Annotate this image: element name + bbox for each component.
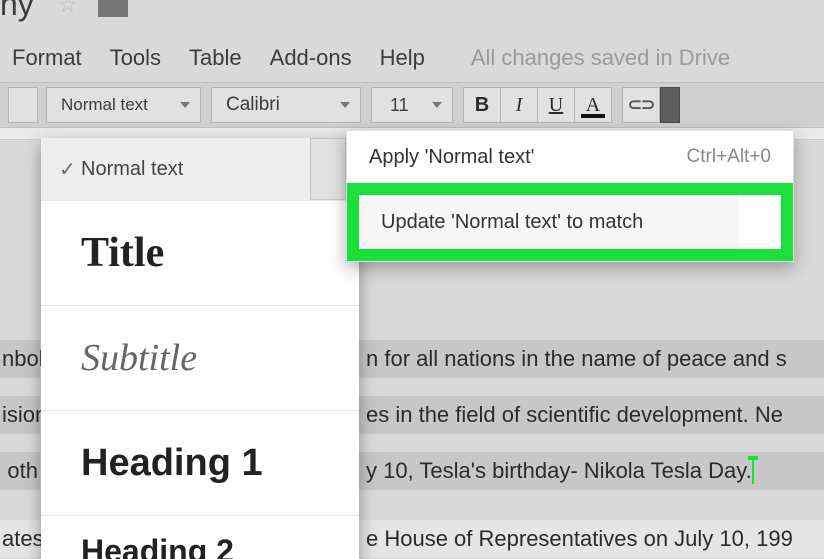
menu-table[interactable]: Table <box>189 45 242 71</box>
toolbar-button-stub[interactable] <box>8 87 38 123</box>
style-option-label: Normal text <box>81 158 183 181</box>
style-option-label: Heading 1 <box>81 442 263 485</box>
keyboard-shortcut: Ctrl+Alt+0 <box>687 146 771 168</box>
body-text-line: y 10, Tesla's birthday- Nikola Tesla Day… <box>356 452 824 490</box>
star-icon[interactable]: ☆ <box>58 0 78 18</box>
chevron-down-icon <box>180 102 190 108</box>
underline-button[interactable]: U <box>537 87 575 123</box>
body-text-line: n for all nations in the name of peace a… <box>356 340 824 378</box>
chevron-down-icon <box>432 102 442 108</box>
chevron-down-icon <box>340 102 350 108</box>
toolbar: Normal text Calibri 11 B I U A ⊂⊃ <box>0 82 824 128</box>
text-cursor <box>752 460 754 484</box>
menu-help[interactable]: Help <box>380 45 425 71</box>
paragraph-style-dropdown[interactable]: Normal text <box>46 87 201 123</box>
bold-button[interactable]: B <box>463 87 501 123</box>
body-text-fragment: ision <box>0 396 40 434</box>
highlight-box: Update 'Normal text' to match <box>347 183 793 261</box>
style-option-label: Heading 2 <box>81 533 234 559</box>
style-option-label: Subtitle <box>81 336 197 380</box>
menu-addons[interactable]: Add-ons <box>270 45 352 71</box>
body-text-line: e House of Representatives on July 10, 1… <box>356 520 824 558</box>
italic-button[interactable]: I <box>500 87 538 123</box>
insert-group: ⊂⊃ <box>622 87 680 123</box>
font-family-label: Calibri <box>226 94 280 116</box>
submenu-anchor <box>310 138 346 200</box>
menu-tools[interactable]: Tools <box>110 45 161 71</box>
font-size-dropdown[interactable]: 11 <box>371 87 453 123</box>
submenu-update-normal-text[interactable]: Update 'Normal text' to match <box>359 195 739 249</box>
body-text-line: es in the field of scientific developmen… <box>356 396 824 434</box>
check-icon: ✓ <box>59 157 76 182</box>
submenu-apply-normal-text[interactable]: Apply 'Normal text' Ctrl+Alt+0 <box>347 131 793 183</box>
font-size-label: 11 <box>390 95 409 116</box>
document-title[interactable]: hy <box>0 0 34 23</box>
text-color-button[interactable]: A <box>574 87 612 123</box>
body-text-fragment: nbol <box>0 340 40 378</box>
text-format-group: B I U A <box>463 87 612 123</box>
style-option-title[interactable]: Title <box>41 200 359 305</box>
menu-format[interactable]: Format <box>12 45 82 71</box>
font-family-dropdown[interactable]: Calibri <box>211 87 361 123</box>
body-text-fragment: ates <box>0 520 40 558</box>
submenu-item-label: Apply 'Normal text' <box>369 146 534 169</box>
menu-bar: Format Tools Table Add-ons Help All chan… <box>12 40 730 76</box>
paragraph-style-label: Normal text <box>61 95 148 115</box>
body-text-fragment: oth <box>0 452 40 490</box>
folder-icon[interactable] <box>98 0 128 17</box>
style-submenu: Apply 'Normal text' Ctrl+Alt+0 Update 'N… <box>346 130 794 262</box>
toolbar-button-stub[interactable] <box>660 87 680 123</box>
style-option-heading-1[interactable]: Heading 1 <box>41 410 359 515</box>
paragraph-styles-menu: ✓ Normal text Title Subtitle Heading 1 H… <box>41 138 359 559</box>
style-option-subtitle[interactable]: Subtitle <box>41 305 359 410</box>
style-option-label: Title <box>81 229 164 277</box>
style-option-heading-2[interactable]: Heading 2 <box>41 515 359 559</box>
insert-link-button[interactable]: ⊂⊃ <box>622 87 660 123</box>
save-status: All changes saved in Drive <box>471 45 730 71</box>
submenu-item-label: Update 'Normal text' to match <box>381 211 643 234</box>
